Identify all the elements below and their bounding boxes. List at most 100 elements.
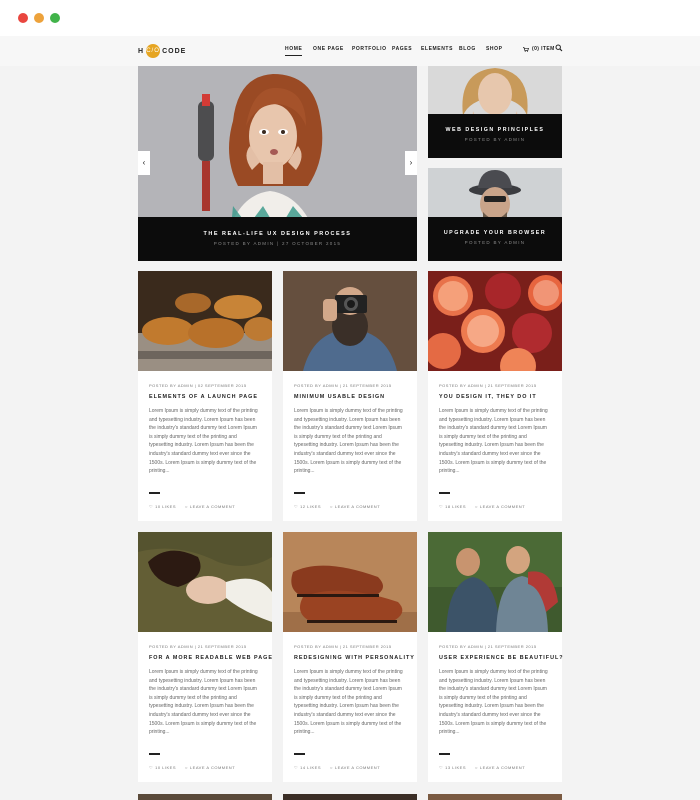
post-image[interactable] xyxy=(428,271,562,371)
hero-slider[interactable]: ‹ › THE REAL-LIFE UX DESIGN PROCESS POST… xyxy=(138,66,417,261)
nav-item-home[interactable]: HOME xyxy=(285,46,303,56)
post-footer: ♡ 10 LIKES ○ LEAVE A COMMENT xyxy=(149,765,235,770)
likes-link[interactable]: ♡ 14 LIKES xyxy=(294,765,321,770)
likes-link[interactable]: ♡ 10 LIKES xyxy=(149,765,176,770)
post-divider xyxy=(149,753,160,755)
post-divider xyxy=(439,753,450,755)
comment-link[interactable]: ○ LEAVE A COMMENT xyxy=(185,765,235,770)
post-excerpt: Lorem Ipsum is simply dummy text of the … xyxy=(439,408,548,475)
chevron-right-icon: › xyxy=(409,158,413,167)
post-title[interactable]: ELEMENTS OF A LAUNCH PAGE xyxy=(149,394,258,400)
comment-icon: ○ xyxy=(185,765,188,770)
post-divider xyxy=(149,492,160,494)
minimize-window-button[interactable] xyxy=(34,13,44,23)
post-image[interactable] xyxy=(283,532,417,632)
comment-icon: ○ xyxy=(475,765,478,770)
nav-item-elements[interactable]: ELEMENTS xyxy=(421,46,453,52)
heart-icon: ♡ xyxy=(149,504,154,509)
comment-link[interactable]: ○ LEAVE A COMMENT xyxy=(330,765,380,770)
comment-label: LEAVE A COMMENT xyxy=(334,504,381,509)
post-footer: ♡ 13 LIKES ○ LEAVE A COMMENT xyxy=(439,765,525,770)
post-divider xyxy=(294,492,305,494)
post-meta: POSTED BY ADMIN | 21 SEPTEMBER 2015 xyxy=(439,644,537,649)
side-feature-card[interactable]: WEB DESIGN PRINCIPLES POSTED BY ADMIN xyxy=(428,66,562,158)
heart-icon: ♡ xyxy=(294,504,299,509)
post-card: POSTED BY ADMIN | 02 SEPTEMBER 2015 ELEM… xyxy=(138,271,272,521)
likes-link[interactable]: ♡ 10 LIKES xyxy=(149,504,176,509)
post-title[interactable]: YOU DESIGN IT, THEY DO IT xyxy=(439,394,537,400)
post-meta: POSTED BY ADMIN | 02 SEPTEMBER 2015 xyxy=(149,383,247,388)
post-image[interactable] xyxy=(283,271,417,371)
heart-icon: ♡ xyxy=(294,765,299,770)
site: H C/O CODE HOME ONE PAGE PORTFOLIO PAGES… xyxy=(0,36,700,800)
side-feature-title[interactable]: UPGRADE YOUR BROWSER xyxy=(428,230,562,236)
browser-chrome xyxy=(0,0,700,36)
search-icon[interactable] xyxy=(555,44,563,52)
comment-icon: ○ xyxy=(185,504,188,509)
likes-count: 12 LIKES xyxy=(300,504,321,509)
post-image[interactable] xyxy=(138,271,272,371)
post-card: POSTED BY ADMIN | 21 SEPTEMBER 2015 FOR … xyxy=(138,532,272,782)
post-meta: POSTED BY ADMIN | 21 SEPTEMBER 2015 xyxy=(294,644,392,649)
site-logo[interactable]: H C/O CODE xyxy=(138,43,186,59)
likes-count: 18 LIKES xyxy=(445,504,466,509)
post-image-partial xyxy=(283,794,417,800)
post-footer: ♡ 14 LIKES ○ LEAVE A COMMENT xyxy=(294,765,380,770)
side-feature-title[interactable]: WEB DESIGN PRINCIPLES xyxy=(428,127,562,133)
post-footer: ♡ 18 LIKES ○ LEAVE A COMMENT xyxy=(439,504,525,509)
nav-item-blog[interactable]: BLOG xyxy=(459,46,476,52)
cart-link[interactable]: (0) ITEM xyxy=(523,46,555,52)
slider-prev-button[interactable]: ‹ xyxy=(138,151,150,175)
post-excerpt: Lorem Ipsum is simply dummy text of the … xyxy=(294,669,403,736)
post-image[interactable] xyxy=(428,532,562,632)
close-window-button[interactable] xyxy=(18,13,28,23)
side-feature-caption: UPGRADE YOUR BROWSER POSTED BY ADMIN xyxy=(428,217,562,261)
nav-item-one-page[interactable]: ONE PAGE xyxy=(313,46,344,52)
site-header: H C/O CODE HOME ONE PAGE PORTFOLIO PAGES… xyxy=(0,36,700,66)
side-feature-caption: WEB DESIGN PRINCIPLES POSTED BY ADMIN xyxy=(428,114,562,158)
side-feature-card[interactable]: UPGRADE YOUR BROWSER POSTED BY ADMIN xyxy=(428,168,562,261)
likes-link[interactable]: ♡ 13 LIKES xyxy=(439,765,466,770)
comment-label: LEAVE A COMMENT xyxy=(479,504,526,509)
post-title[interactable]: USER EXPERIENCE BE BEAUTIFUL? xyxy=(439,655,564,661)
slider-next-button[interactable]: › xyxy=(405,151,417,175)
post-title[interactable]: FOR A MORE READABLE WEB PAGE xyxy=(149,655,273,661)
likes-count: 10 LIKES xyxy=(155,765,176,770)
cart-label: (0) ITEM xyxy=(532,46,555,52)
post-title[interactable]: MINIMUM USABLE DESIGN xyxy=(294,394,385,400)
comment-link[interactable]: ○ LEAVE A COMMENT xyxy=(475,504,525,509)
comment-link[interactable]: ○ LEAVE A COMMENT xyxy=(475,765,525,770)
post-footer: ♡ 12 LIKES ○ LEAVE A COMMENT xyxy=(294,504,380,509)
nav-item-pages[interactable]: PAGES xyxy=(392,46,412,52)
post-divider xyxy=(439,492,450,494)
post-title[interactable]: REDESIGNING WITH PERSONALITY xyxy=(294,655,415,661)
likes-link[interactable]: ♡ 12 LIKES xyxy=(294,504,321,509)
post-excerpt: Lorem Ipsum is simply dummy text of the … xyxy=(294,408,403,475)
likes-count: 14 LIKES xyxy=(300,765,321,770)
post-card: POSTED BY ADMIN | 21 SEPTEMBER 2015 MINI… xyxy=(283,271,417,521)
post-excerpt: Lorem Ipsum is simply dummy text of the … xyxy=(149,408,258,475)
side-feature-meta: POSTED BY ADMIN xyxy=(464,137,526,142)
likes-link[interactable]: ♡ 18 LIKES xyxy=(439,504,466,509)
logo-mark: C/O xyxy=(146,44,161,58)
logo-letter: H xyxy=(138,47,145,55)
likes-count: 13 LIKES xyxy=(445,765,466,770)
likes-count: 10 LIKES xyxy=(155,504,176,509)
maximize-window-button[interactable] xyxy=(50,13,60,23)
nav-item-portfolio[interactable]: PORTFOLIO xyxy=(352,46,387,52)
post-image[interactable] xyxy=(138,532,272,632)
chevron-left-icon: ‹ xyxy=(142,158,146,167)
nav-item-shop[interactable]: SHOP xyxy=(486,46,503,52)
logo-text: CODE xyxy=(162,47,187,55)
post-meta: POSTED BY ADMIN | 21 SEPTEMBER 2015 xyxy=(149,644,247,649)
post-card: POSTED BY ADMIN | 21 SEPTEMBER 2015 REDE… xyxy=(283,532,417,782)
hero-meta: POSTED BY ADMIN | 27 OCTOBER 2015 xyxy=(213,241,342,246)
comment-icon: ○ xyxy=(475,504,478,509)
post-image-partial xyxy=(138,794,272,800)
comment-link[interactable]: ○ LEAVE A COMMENT xyxy=(185,504,235,509)
hero-caption: THE REAL-LIFE UX DESIGN PROCESS POSTED B… xyxy=(138,217,417,261)
post-meta: POSTED BY ADMIN | 21 SEPTEMBER 2015 xyxy=(294,383,392,388)
hero-title[interactable]: THE REAL-LIFE UX DESIGN PROCESS xyxy=(138,231,417,237)
post-excerpt: Lorem Ipsum is simply dummy text of the … xyxy=(149,669,258,736)
comment-link[interactable]: ○ LEAVE A COMMENT xyxy=(330,504,380,509)
